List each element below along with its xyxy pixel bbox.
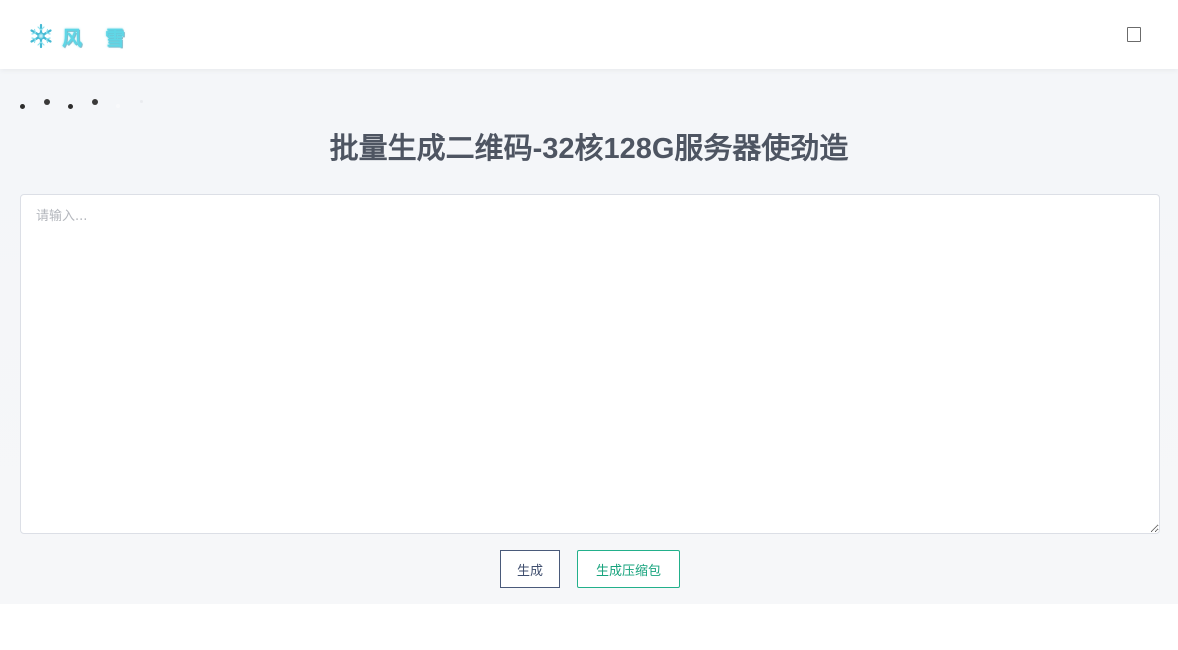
dot [140,100,143,103]
top-header: 风 雪 [0,0,1178,69]
dot [92,99,98,105]
page-footer [0,604,1178,650]
page-title: 批量生成二维码-32核128G服务器使劲造 [329,133,849,165]
dot [116,104,120,108]
dot [44,99,50,105]
snowflake-icon [30,23,52,49]
logo-text: 风 雪 [62,25,133,50]
main-content: 批量生成二维码-32核128G服务器使劲造 生成 生成压缩包 [0,69,1178,604]
loading-dots-decoration [18,96,158,110]
generate-zip-button[interactable]: 生成压缩包 [577,550,680,588]
site-logo[interactable]: 风 雪 [28,22,133,50]
dot [20,104,25,109]
content-input[interactable] [20,194,1160,534]
generate-button[interactable]: 生成 [500,550,560,588]
dot [68,104,73,109]
menu-icon[interactable] [1127,27,1141,42]
